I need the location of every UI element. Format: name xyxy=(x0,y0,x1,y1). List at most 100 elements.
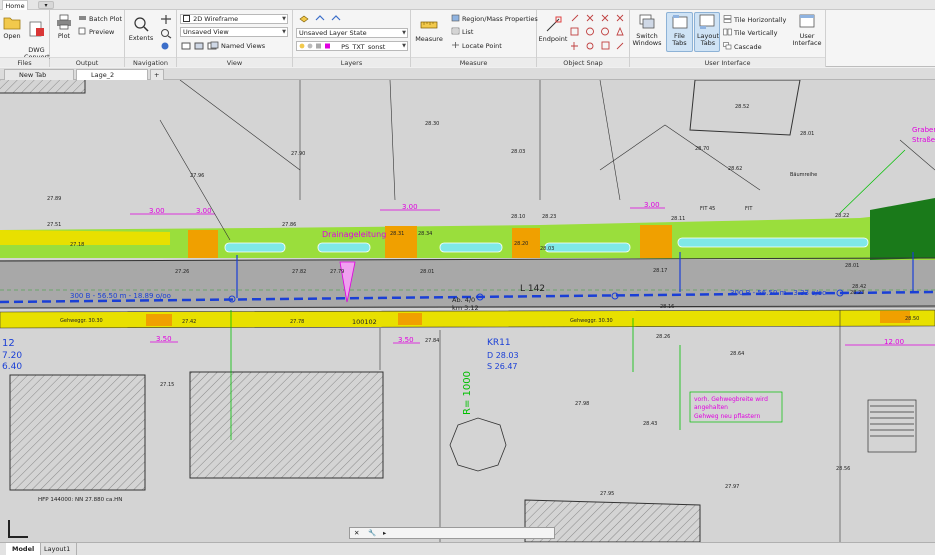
doc-tab-new-tab[interactable]: New Tab xyxy=(4,69,74,80)
cyan-bar-2 xyxy=(317,242,371,253)
wireframe-icon xyxy=(183,15,190,22)
label-d12: 12.00 xyxy=(884,338,904,346)
ribbon: Open DWG Convert Files Plot Batch Plot P… xyxy=(0,10,935,67)
chevron-down-icon: ▼ xyxy=(402,43,406,49)
visual-style-select[interactable]: 2D Wireframe ▼ xyxy=(180,14,288,24)
user-interface-button[interactable]: User Interface xyxy=(790,13,824,47)
elev-30: 28.31 xyxy=(390,231,404,237)
cyan-bar-4 xyxy=(544,242,631,253)
elev-11: 27.96 xyxy=(190,173,204,179)
zoom-icon[interactable] xyxy=(159,28,173,39)
elev-17: 28.01 xyxy=(845,263,859,269)
ribbon-group-user-interface: Switch Windows File Tabs Layout Tabs Til… xyxy=(630,10,826,67)
saved-view-select[interactable]: Unsaved View ▼ xyxy=(180,27,288,37)
plot-button[interactable]: Plot xyxy=(53,13,75,40)
label-l142: L 142 xyxy=(520,284,545,294)
menu-strip: Home ▾ xyxy=(0,0,935,10)
dwg-convert-button[interactable]: DWG Convert xyxy=(24,13,50,61)
open-label: Open xyxy=(3,32,21,40)
tab-home[interactable]: Home xyxy=(2,0,28,10)
label-d300r: 3.00 xyxy=(644,201,660,209)
layer-previous-icon[interactable] xyxy=(315,14,325,23)
switch-windows-button[interactable]: Switch Windows xyxy=(632,13,662,47)
elev-25: 27.15 xyxy=(160,382,174,388)
orbit-icon[interactable] xyxy=(159,41,173,52)
doc-tab-lage-2[interactable]: Lage_2 xyxy=(76,69,148,80)
tile-horizontally-label: Tile Horizontally xyxy=(734,16,787,24)
elev-6: 28.16 xyxy=(660,304,674,310)
cad-drawing[interactable]: L 142 300 B - 56.50 m - 18.89 o/oo 300 B… xyxy=(0,80,935,542)
view-small-icon-b[interactable] xyxy=(194,42,204,50)
elev-40: 28.64 xyxy=(730,351,744,357)
label-fit2: FIT xyxy=(745,206,753,212)
elev-22: 27.42 xyxy=(182,319,196,325)
batch-plot-button[interactable]: Batch Plot xyxy=(78,14,122,23)
cascade-button[interactable]: Cascade xyxy=(723,42,762,51)
close-icon[interactable]: ✕ xyxy=(354,528,359,538)
elev-12: 27.97 xyxy=(725,484,739,490)
measure-button[interactable]: Measure xyxy=(414,16,444,43)
ribbon-group-view: 2D Wireframe ▼ Unsaved View ▼ Named Views … xyxy=(177,10,293,67)
snap-modes-grid[interactable] xyxy=(569,13,627,53)
sidewalk-strip xyxy=(0,309,935,329)
zoom-extents-icon xyxy=(134,17,149,32)
saved-view-value: Unsaved View xyxy=(183,28,229,36)
label-tree: Bäumreihe xyxy=(790,172,817,178)
layer-state-select[interactable]: Unsaved Layer State ▼ xyxy=(296,28,408,38)
named-views-button[interactable]: Named Views xyxy=(210,41,265,50)
region-mass-label: Region/Mass Properties xyxy=(462,15,538,23)
locate-point-icon xyxy=(452,42,459,48)
label-kr-d: D 28.03 xyxy=(487,351,519,360)
elev-8: 28.01 xyxy=(800,131,814,137)
switch-windows-label: Switch Windows xyxy=(632,32,662,47)
menu-toggle-button[interactable]: ▾ xyxy=(38,1,54,9)
extents-button[interactable]: Extents xyxy=(128,15,154,42)
elev-24: 27.86 xyxy=(282,222,296,228)
label-d300: 3.00 xyxy=(149,207,165,215)
elev-14: 28.23 xyxy=(542,214,556,220)
output-group-label: Output xyxy=(50,57,124,67)
elev-35: 27.79 xyxy=(330,269,344,275)
cascade-icon xyxy=(723,42,732,50)
add-tab-button[interactable]: + xyxy=(150,69,164,80)
open-button[interactable]: Open xyxy=(2,13,22,40)
layout-tab-model[interactable]: Model xyxy=(6,543,42,555)
yellow-area-top xyxy=(0,230,170,245)
tile-horizontally-button[interactable]: Tile Horizontally xyxy=(723,15,786,24)
file-tabs-icon xyxy=(672,15,687,29)
view-group-label: View xyxy=(177,57,292,67)
list-button[interactable]: List xyxy=(451,27,473,36)
label-kr-s: S 26.47 xyxy=(487,362,518,371)
elev-18: 27.89 xyxy=(47,196,61,202)
command-line[interactable]: ✕ 🔧 ▸ xyxy=(349,527,555,539)
label-hfp: HFP 144000: NN 27.880 ca.HN xyxy=(38,497,122,503)
preview-icon xyxy=(78,27,86,35)
layout-tab-layout1[interactable]: Layout1 xyxy=(38,543,78,555)
layer-status-icons xyxy=(299,43,330,49)
elev-23: 27.78 xyxy=(290,319,304,325)
pan-icon[interactable] xyxy=(159,14,173,25)
building-center xyxy=(189,371,384,479)
elev-3: 28.52 xyxy=(735,104,749,110)
region-mass-button[interactable]: Region/Mass Properties xyxy=(451,14,538,23)
layer-properties-icon[interactable] xyxy=(299,14,309,23)
file-tabs-button[interactable]: File Tabs xyxy=(666,12,693,52)
locate-point-button[interactable]: Locate Point xyxy=(451,41,502,50)
elev-29: 28.23 xyxy=(850,290,864,296)
view-small-icon-a[interactable] xyxy=(181,42,191,50)
measure-group-label: Measure xyxy=(411,57,536,67)
cyan-bar-5 xyxy=(677,237,869,248)
drawing-canvas[interactable]: L 142 300 B - 56.50 m - 18.89 o/oo 300 B… xyxy=(0,80,935,542)
named-views-icon xyxy=(210,41,219,49)
label-km: km 3.12 xyxy=(452,304,479,312)
label-pipe-left: 300 B - 56.50 m - 18.89 o/oo xyxy=(70,292,171,300)
tile-vertically-button[interactable]: Tile Vertically xyxy=(723,28,777,37)
current-layer-select[interactable]: PS_TXT_sonst ▼ xyxy=(296,41,408,51)
new-tab-label: New Tab xyxy=(19,71,47,79)
preview-button[interactable]: Preview xyxy=(78,27,114,36)
layout-tabs-button[interactable]: Layout Tabs xyxy=(694,12,720,52)
wrench-icon[interactable]: 🔧 xyxy=(368,528,376,538)
ribbon-group-layers: Unsaved Layer State ▼ PS_TXT_sonst ▼ Layer… xyxy=(293,10,411,67)
endpoint-snap-button[interactable]: Endpoint xyxy=(538,16,568,43)
layer-isolate-icon[interactable] xyxy=(331,14,341,23)
